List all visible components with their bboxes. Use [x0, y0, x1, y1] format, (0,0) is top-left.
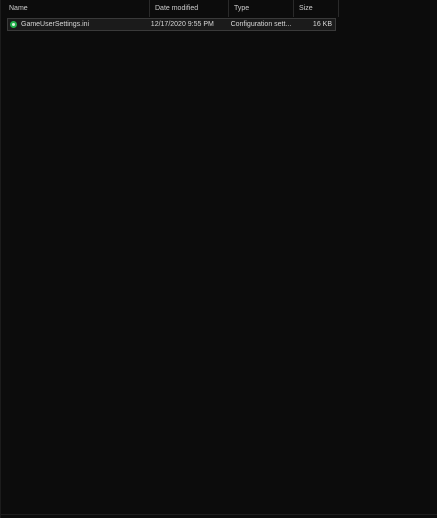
column-header-type[interactable]: Type — [229, 0, 294, 17]
file-name-cell: GameUserSettings.ini — [8, 19, 149, 30]
file-type: Configuration sett... — [230, 21, 292, 28]
column-header-date-modified[interactable]: Date modified — [150, 0, 229, 17]
file-size: 16 KB — [312, 21, 332, 28]
column-header-size[interactable]: Size — [294, 0, 339, 17]
column-header-name[interactable]: Name — [1, 0, 150, 17]
file-name: GameUserSettings.ini — [21, 21, 90, 28]
file-date-modified: 12/17/2020 9:55 PM — [150, 21, 214, 28]
column-header-row: Name Date modified Type Size — [1, 0, 339, 17]
file-row[interactable]: GameUserSettings.ini 12/17/2020 9:55 PM … — [7, 18, 336, 31]
config-file-icon — [10, 21, 17, 28]
status-divider — [1, 514, 437, 515]
file-explorer-list: ^ Name Date modified Type Size GameUserS… — [0, 0, 437, 518]
